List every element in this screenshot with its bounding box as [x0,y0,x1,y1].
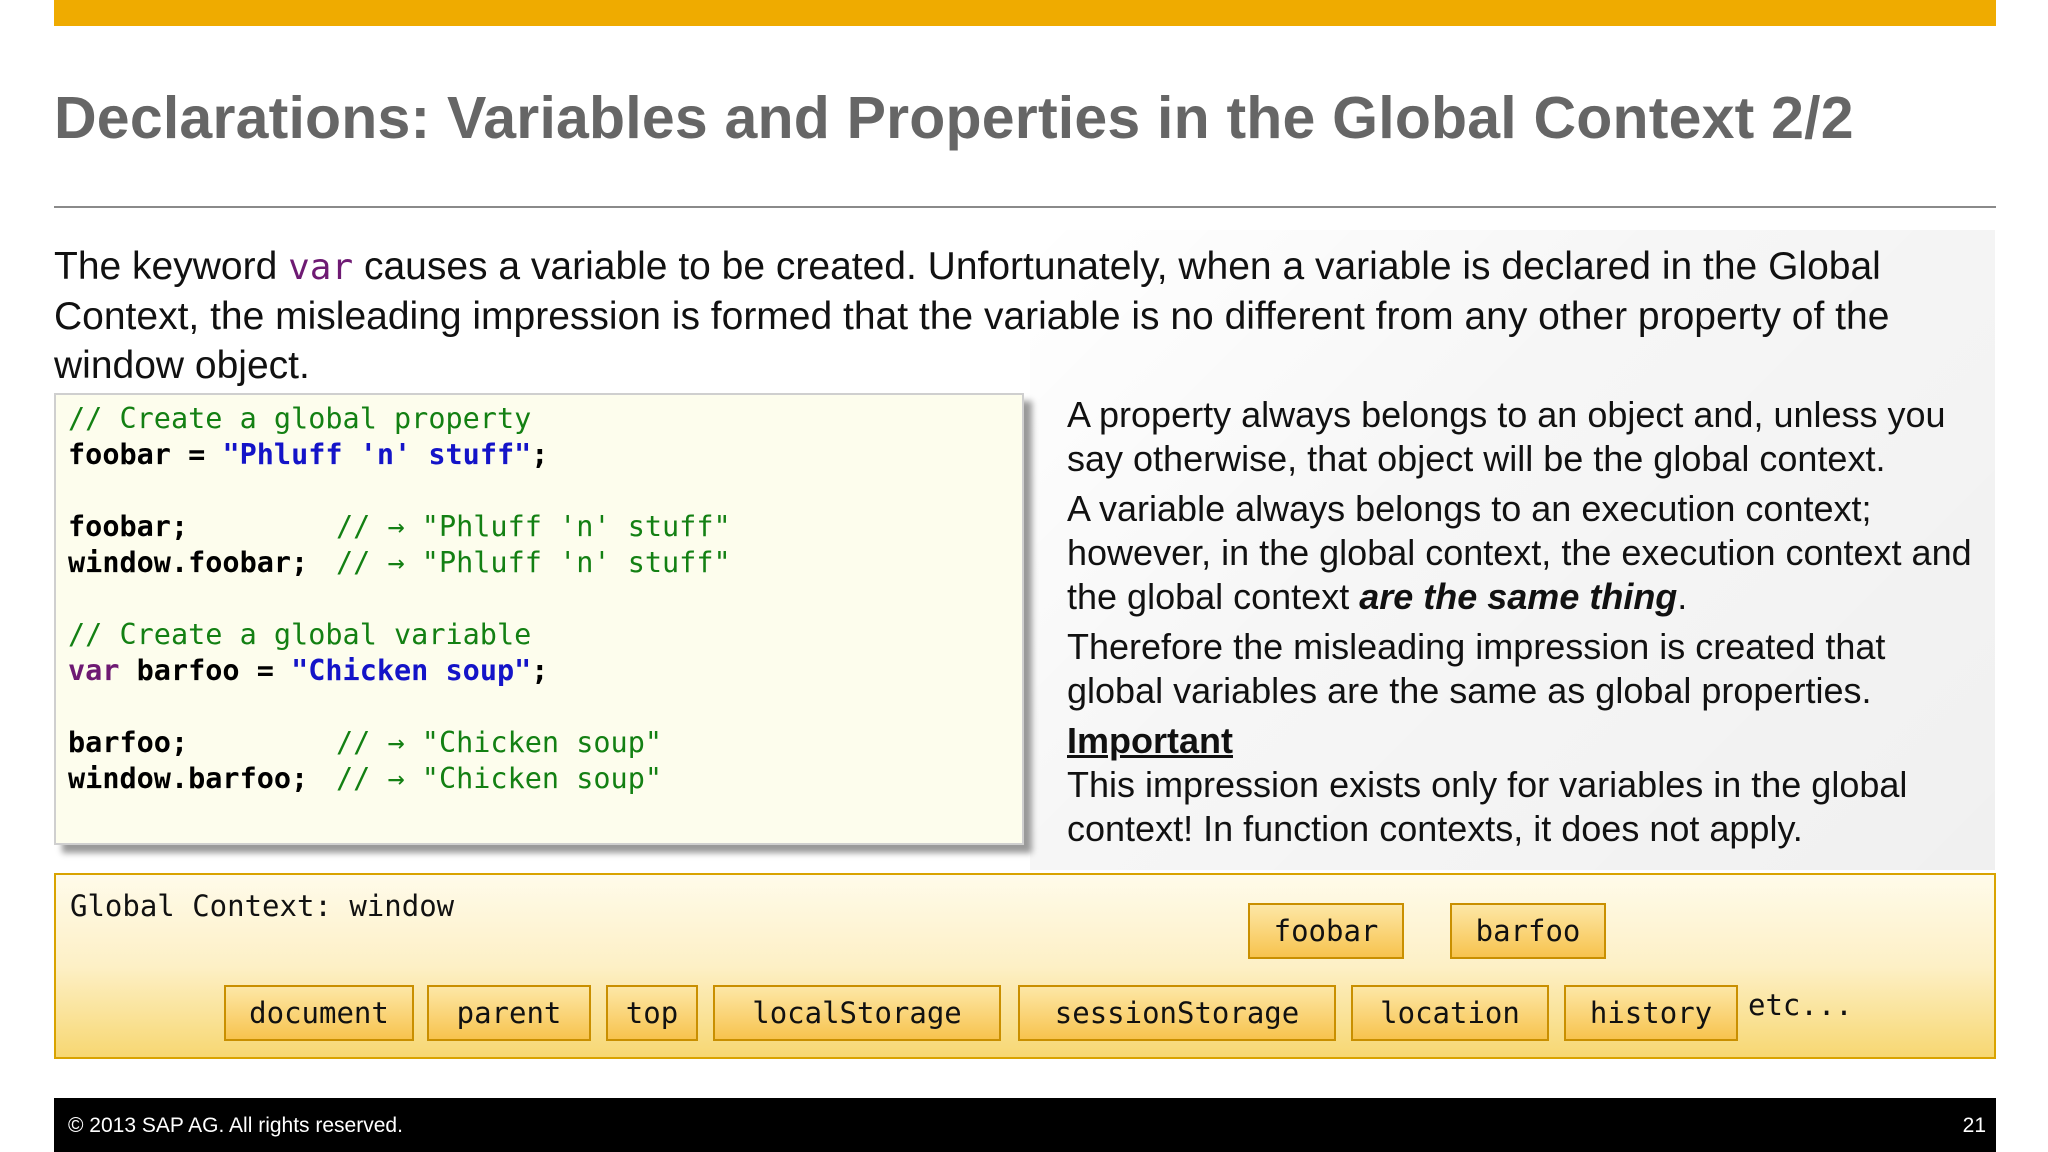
global-context-label: Global Context: window [70,889,455,923]
title-divider [54,206,1996,208]
code-keyword: var [68,654,120,687]
accent-bar [54,0,1996,26]
code-result: "Phluff 'n' stuff" [421,510,731,543]
property-barfoo: barfoo [1450,903,1606,959]
important-heading: Important [1067,720,1233,761]
code-line: window.foobar; // → "Phluff 'n' stuff" [68,545,1022,581]
footer-bar: © 2013 SAP AG. All rights reserved. 21 [54,1098,1996,1152]
important-heading-block: Important [1067,719,1997,763]
code-identifier: foobar; [68,510,189,543]
page-number: 21 [1962,1114,1986,1137]
text-segment: the global context [1067,576,1360,617]
code-line: foobar; // → "Phluff 'n' stuff" [68,509,1022,545]
code-identifier: barfoo; [68,726,189,759]
property-localstorage: localStorage [713,985,1001,1041]
code-string: "Chicken soup" [291,654,532,687]
property-top: top [606,985,698,1041]
code-comment: // → [336,510,422,543]
emphasis-text: are the same thing [1359,576,1678,617]
code-comment: // → [336,726,422,759]
code-example: // Create a global property foobar = "Ph… [54,393,1024,845]
property-parent: parent [427,985,591,1041]
copyright-text: © 2013 SAP AG. All rights reserved. [68,1114,403,1137]
text-line: however, in the global context, the exec… [1067,532,1972,573]
code-result: "Chicken soup" [421,726,663,759]
explanation-paragraph-1: A property always belongs to an object a… [1067,393,1997,481]
explanation-text: A property always belongs to an object a… [1067,393,1997,857]
text-line: context! In function contexts, it does n… [1067,808,1803,849]
etc-label: etc... [1748,988,1853,1022]
code-identifier: window.foobar; [68,546,309,579]
slide-title: Declarations: Variables and Properties i… [54,85,1854,151]
code-identifier: window.barfoo; [68,762,309,795]
text-line: say otherwise, that object will be the g… [1067,438,1886,479]
code-result: "Phluff 'n' stuff" [421,546,731,579]
property-history: history [1564,985,1738,1041]
code-comment: // → [336,546,422,579]
explanation-paragraph-2: A variable always belongs to an executio… [1067,487,1997,619]
code-line: window.barfoo; // → "Chicken soup" [68,761,1022,797]
property-document: document [224,985,414,1041]
property-sessionstorage: sessionStorage [1018,985,1336,1041]
code-result: "Chicken soup" [421,762,663,795]
text-line: Therefore the misleading impression is c… [1067,626,1886,667]
property-location: location [1351,985,1549,1041]
code-comment: // Create a global property [68,402,532,435]
code-line: var barfoo = "Chicken soup"; [68,653,1022,689]
code-semicolon: ; [531,654,549,687]
code-identifier: foobar = [68,438,223,471]
global-context-diagram: Global Context: window foobar barfoo doc… [54,873,1996,1059]
text-line: A variable always belongs to an executio… [1067,488,1872,529]
code-string: "Phluff 'n' stuff" [222,438,532,471]
code-line: foobar = "Phluff 'n' stuff"; [68,437,1022,473]
text-line: A property always belongs to an object a… [1067,394,1946,435]
property-foobar: foobar [1248,903,1404,959]
code-identifier: barfoo = [119,654,292,687]
text-line: global variables are the same as global … [1067,670,1872,711]
text-line: This impression exists only for variable… [1067,764,1908,805]
code-comment: // Create a global variable [68,618,532,651]
code-comment: // → [336,762,422,795]
var-keyword: var [288,247,354,288]
code-semicolon: ; [531,438,549,471]
text-line: the global context are the same thing. [1067,575,1997,619]
intro-text: The keyword [54,245,289,288]
explanation-paragraph-4: This impression exists only for variable… [1067,763,1997,851]
text-segment: . [1677,576,1688,617]
code-line: barfoo; // → "Chicken soup" [68,725,1022,761]
explanation-paragraph-3: Therefore the misleading impression is c… [1067,625,1997,713]
